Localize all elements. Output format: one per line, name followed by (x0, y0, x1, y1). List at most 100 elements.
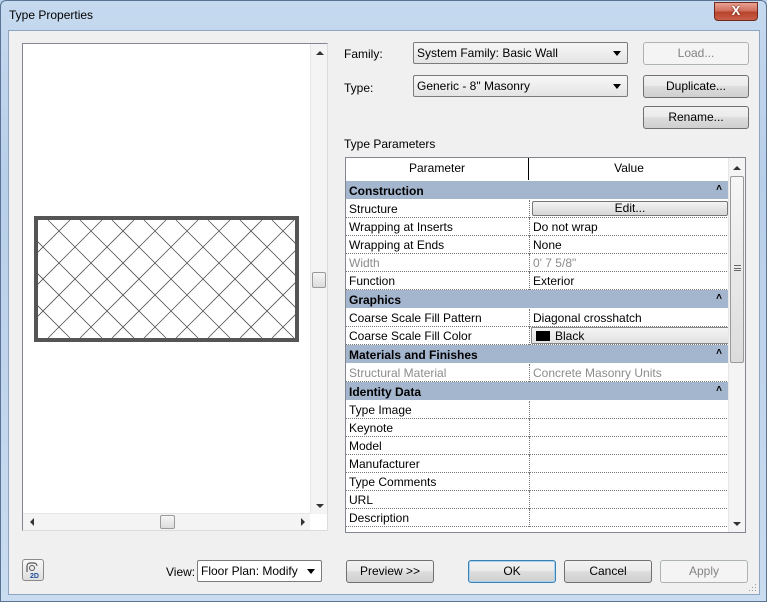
value-cell: Edit... (529, 200, 729, 218)
table-row[interactable]: URL (346, 491, 729, 509)
value-cell[interactable] (529, 401, 729, 419)
view-value: Floor Plan: Modify typ (201, 564, 301, 578)
chevron-down-icon (307, 569, 315, 574)
table-row[interactable]: Function Exterior (346, 272, 729, 290)
parameter-cell: Structure (349, 202, 398, 216)
parameter-cell: Width (349, 256, 380, 270)
collapse-icon[interactable]: ˄ (716, 384, 722, 395)
table-row[interactable]: Coarse Scale Fill Color Black (346, 327, 729, 345)
edit-structure-button[interactable]: Edit... (532, 201, 728, 216)
scroll-up-icon[interactable] (316, 51, 324, 55)
parameter-cell: Structural Material (349, 366, 447, 380)
view-label: View: (166, 565, 196, 579)
grip-icon (734, 265, 741, 271)
scroll-thumb[interactable] (160, 515, 175, 529)
close-button[interactable]: X (714, 2, 758, 21)
family-value: System Family: Basic Wall (417, 46, 558, 60)
table-row[interactable]: Type Comments (346, 473, 729, 491)
group-title: Graphics (349, 293, 402, 307)
value-cell[interactable] (529, 437, 729, 455)
scroll-down-icon[interactable] (316, 504, 324, 508)
view-2d-toggle-button[interactable]: 2D (22, 559, 44, 581)
scroll-right-icon[interactable] (301, 518, 305, 526)
group-header[interactable]: Construction ˄ (346, 181, 729, 200)
cancel-button[interactable]: Cancel (564, 560, 652, 583)
crosshatch-pattern (38, 220, 295, 338)
apply-button[interactable]: Apply (660, 560, 748, 583)
ok-button[interactable]: OK (468, 560, 556, 583)
group-title: Identity Data (349, 385, 422, 399)
color-name: Black (555, 329, 585, 343)
table-row[interactable]: Description (346, 509, 729, 527)
type-value: Generic - 8" Masonry (417, 79, 530, 93)
scroll-left-icon[interactable] (30, 518, 34, 526)
table-row[interactable]: Width 0' 7 5/8" (346, 254, 729, 272)
table-row[interactable]: Wrapping at Ends None (346, 236, 729, 254)
family-dropdown[interactable]: System Family: Basic Wall (413, 42, 628, 64)
parameter-cell: Model (349, 439, 382, 453)
chevron-down-icon (613, 51, 621, 56)
value-cell[interactable]: Exterior (529, 272, 729, 290)
grid-vertical-scrollbar[interactable] (728, 158, 745, 532)
table-row[interactable]: Keynote (346, 419, 729, 437)
table-row[interactable]: Structure Edit... (346, 200, 729, 218)
type-parameters-label: Type Parameters (344, 137, 436, 151)
color-picker-button[interactable]: Black (531, 327, 729, 344)
table-row[interactable]: Manufacturer (346, 455, 729, 473)
value-cell[interactable] (529, 491, 729, 509)
value-cell[interactable] (529, 473, 729, 491)
scroll-thumb[interactable] (730, 176, 744, 363)
duplicate-button[interactable]: Duplicate... (643, 75, 749, 98)
2d-view-icon: 2D (26, 562, 39, 580)
value-cell: 0' 7 5/8" (529, 254, 729, 272)
table-row[interactable]: Coarse Scale Fill Pattern Diagonal crossh… (346, 309, 729, 327)
scroll-thumb[interactable] (312, 272, 326, 288)
preview-vertical-scrollbar[interactable] (310, 44, 327, 514)
scroll-down-icon[interactable] (733, 522, 741, 526)
value-cell[interactable] (529, 455, 729, 473)
rename-button[interactable]: Rename... (643, 106, 749, 129)
value-cell: Concrete Masonry Units (529, 364, 729, 382)
table-row[interactable]: Wrapping at Inserts Do not wrap (346, 218, 729, 236)
type-properties-dialog: Type Properties X Family: System Family:… (0, 0, 767, 602)
parameter-cell: Manufacturer (349, 457, 420, 471)
value-cell[interactable] (529, 419, 729, 437)
color-swatch (536, 331, 550, 341)
parameter-cell: Function (349, 274, 396, 288)
value-cell[interactable]: None (529, 236, 729, 254)
preview-horizontal-scrollbar[interactable] (23, 513, 310, 530)
parameter-cell: Coarse Scale Fill Pattern (349, 311, 482, 325)
table-row[interactable]: Model (346, 437, 729, 455)
value-cell[interactable] (529, 509, 729, 527)
parameter-cell: Keynote (349, 421, 394, 435)
table-row[interactable]: Structural Material Concrete Masonry Unit… (346, 364, 729, 382)
collapse-icon[interactable]: ˄ (716, 292, 722, 303)
value-column-header[interactable]: Value (529, 158, 729, 180)
value-cell[interactable]: Do not wrap (529, 218, 729, 236)
svg-text:2D: 2D (30, 573, 39, 580)
type-dropdown[interactable]: Generic - 8" Masonry (413, 75, 628, 97)
group-header[interactable]: Materials and Finishes ˄ (346, 345, 729, 364)
resize-grip-icon[interactable] (747, 582, 757, 592)
preview-button[interactable]: Preview >> (346, 560, 434, 583)
parameter-cell: URL (349, 493, 374, 507)
collapse-icon[interactable]: ˄ (716, 347, 722, 358)
group-header[interactable]: Identity Data ˄ (346, 382, 729, 401)
value-cell[interactable]: Diagonal crosshatch (529, 309, 729, 327)
window-title: Type Properties (9, 8, 94, 22)
scroll-up-icon[interactable] (733, 166, 741, 170)
parameter-cell: Type Comments (349, 475, 437, 489)
wall-preview (34, 216, 299, 342)
value-cell: Black (529, 327, 729, 345)
group-header[interactable]: Graphics ˄ (346, 290, 729, 309)
preview-pane[interactable] (22, 43, 328, 531)
collapse-icon[interactable]: ˄ (716, 183, 722, 194)
parameter-column-header[interactable]: Parameter (346, 158, 529, 180)
load-button[interactable]: Load... (643, 42, 749, 65)
parameter-cell: Description (349, 511, 410, 525)
parameter-cell: Type Image (349, 403, 412, 417)
parameter-cell: Wrapping at Ends (349, 238, 445, 252)
group-title: Construction (349, 184, 424, 198)
view-dropdown[interactable]: Floor Plan: Modify typ (197, 560, 322, 582)
table-row[interactable]: Type Image (346, 401, 729, 419)
